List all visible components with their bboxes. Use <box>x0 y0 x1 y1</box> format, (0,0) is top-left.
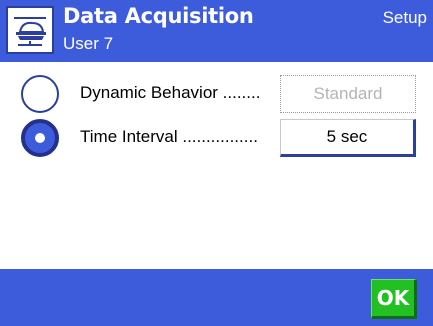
page-title: Data Acquisition <box>63 4 254 28</box>
radio-dynamic-behavior[interactable] <box>21 75 59 113</box>
header-bar: Data Acquisition User 7 Setup <box>0 0 433 62</box>
radio-time-interval[interactable] <box>21 119 59 157</box>
setting-row-time-interval: Time Interval ................ 5 sec <box>0 114 433 162</box>
setting-row-dynamic-behavior: Dynamic Behavior ........ Standard <box>0 70 433 118</box>
scale-icon <box>6 6 54 54</box>
user-label: User 7 <box>63 34 114 53</box>
dynamic-behavior-value-button: Standard <box>280 75 416 113</box>
footer-bar: OK <box>0 269 433 326</box>
time-interval-value-button[interactable]: 5 sec <box>280 119 416 157</box>
ok-button[interactable]: OK <box>371 279 417 319</box>
setting-label: Dynamic Behavior ........ <box>80 83 261 102</box>
mode-label: Setup <box>382 8 427 27</box>
radio-selected-dot <box>35 133 45 143</box>
setting-label: Time Interval ................ <box>80 127 258 146</box>
screen: Data Acquisition User 7 Setup Dynamic Be… <box>0 0 433 326</box>
